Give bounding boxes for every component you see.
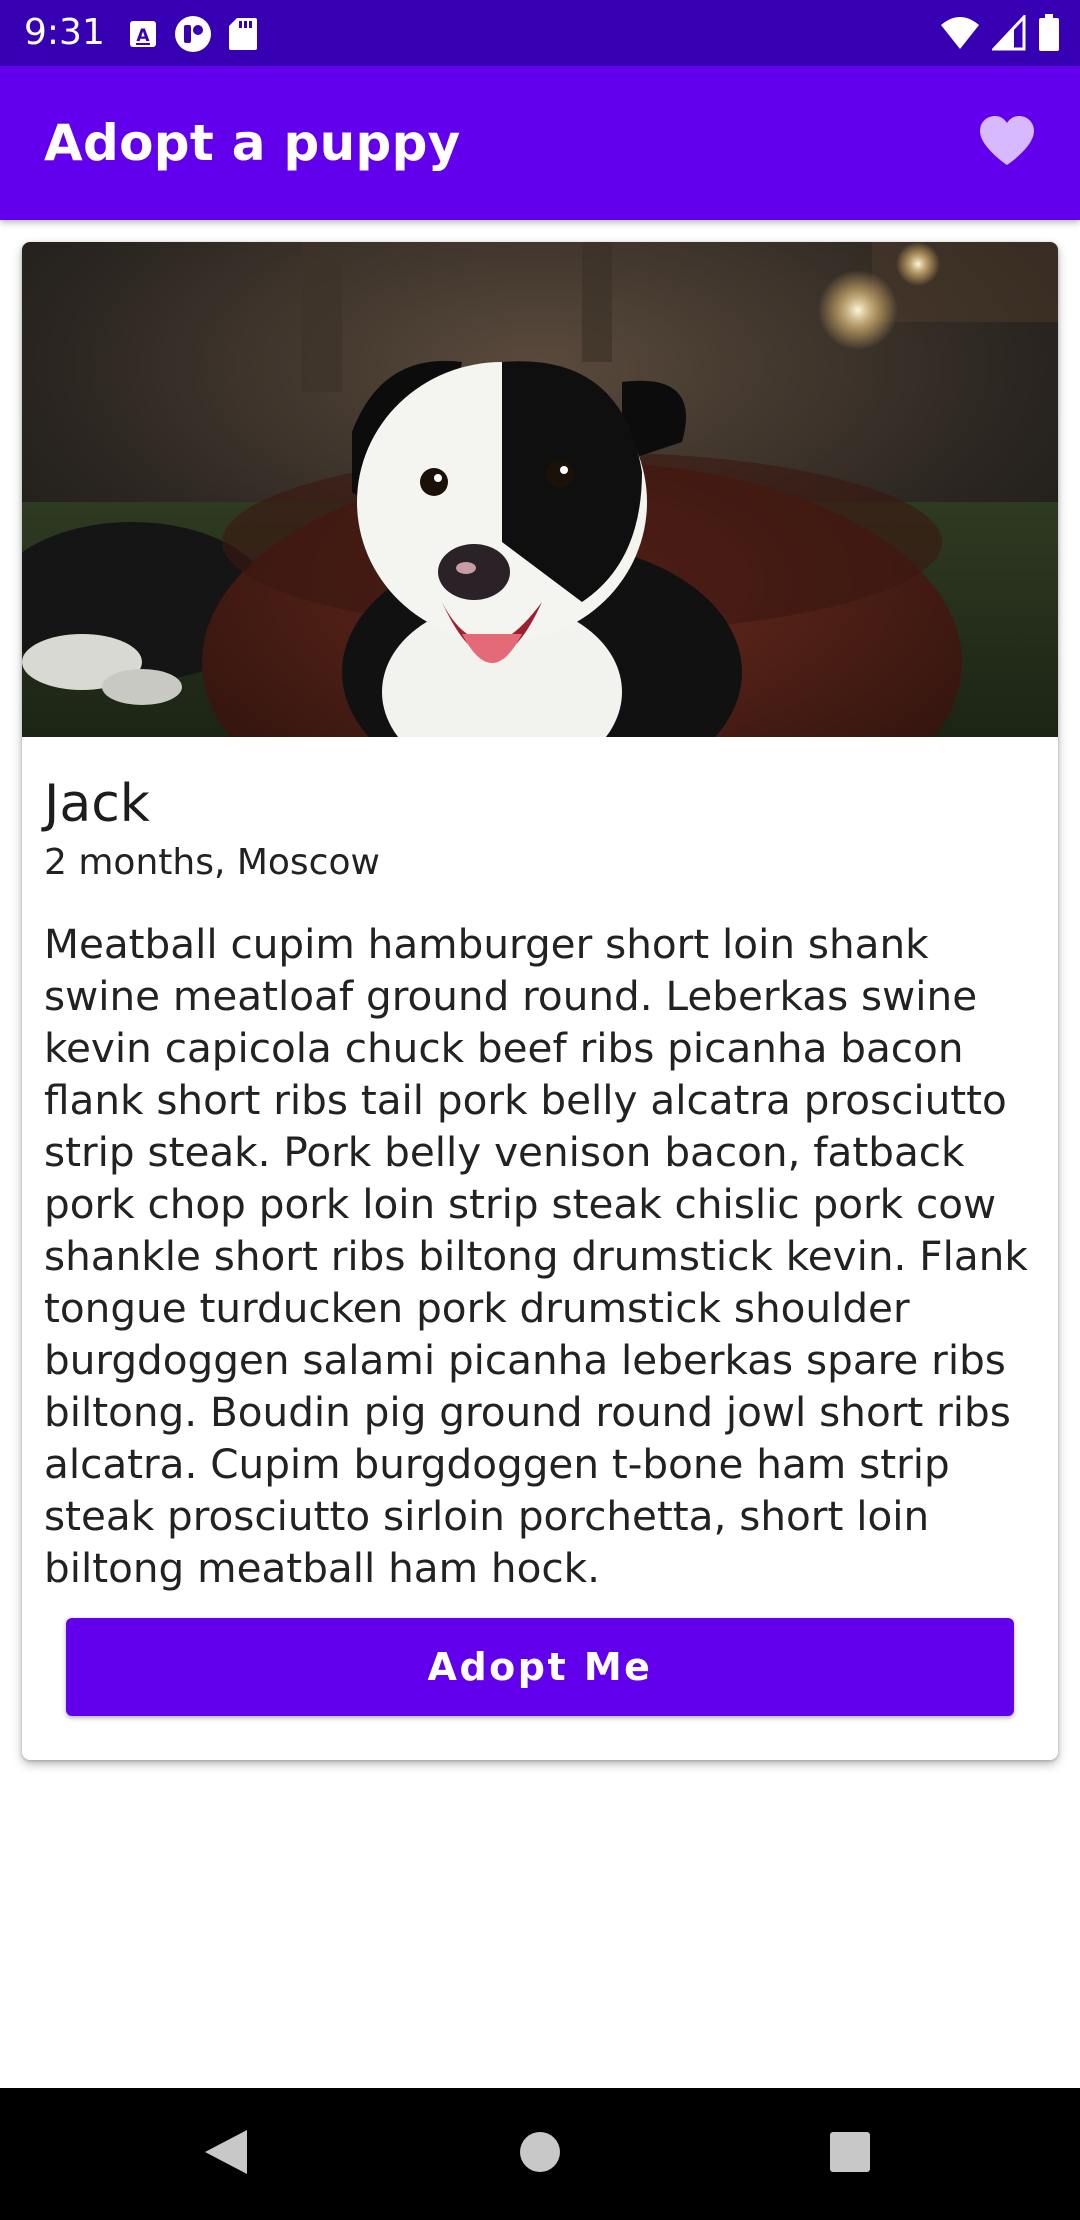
back-button[interactable] (196, 2124, 256, 2184)
home-icon (518, 2130, 562, 2179)
screen: 9:31 A Adopt a puppy Jack 2 months, Mosc… (0, 0, 1080, 2220)
page-title: Adopt a puppy (44, 114, 461, 172)
sd-card-icon (228, 17, 258, 51)
puppy-card[interactable]: Jack 2 months, Moscow Meatball cupim ham… (22, 242, 1058, 1760)
puppy-description: Meatball cupim hamburger short loin shan… (44, 920, 1028, 1592)
puppy-photo (22, 242, 1058, 737)
status-bar: 9:31 A (0, 0, 1080, 66)
status-time: 9:31 (24, 12, 105, 53)
back-icon (203, 2128, 249, 2181)
heart-icon (978, 115, 1036, 172)
status-notification-icons: A (128, 15, 258, 53)
cell-signal-icon (992, 15, 1026, 51)
recents-button[interactable] (820, 2124, 880, 2184)
app-badge-icon (174, 15, 212, 53)
recents-icon (828, 2130, 872, 2179)
home-button[interactable] (510, 2124, 570, 2184)
adopt-me-button[interactable]: Adopt Me (66, 1618, 1014, 1716)
app-bar: Adopt a puppy (0, 66, 1080, 220)
status-system-icons (940, 14, 1060, 52)
wifi-icon (940, 15, 980, 51)
app-a-icon: A (128, 19, 158, 49)
navigation-bar (0, 2088, 1080, 2220)
puppy-age-location: 2 months, Moscow (44, 842, 380, 883)
puppy-name: Jack (44, 774, 150, 834)
battery-icon (1038, 14, 1060, 52)
favorite-button[interactable] (972, 110, 1042, 176)
